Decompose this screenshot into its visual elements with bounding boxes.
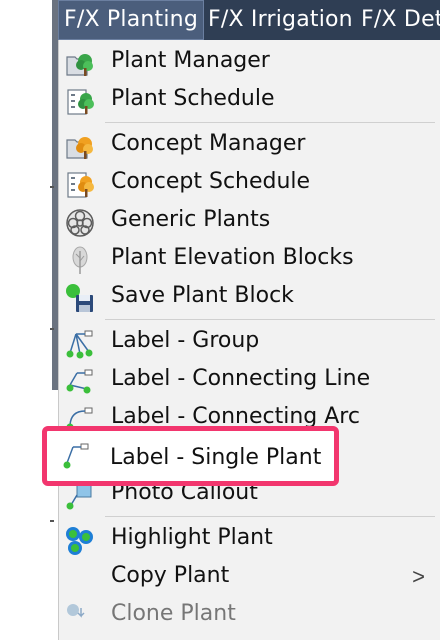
menu-item-save-plant-block[interactable]: Save Plant Block: [59, 280, 440, 318]
schedule-concept-tree-icon: [67, 172, 94, 198]
save-block-icon: [66, 284, 93, 312]
menu-item-label: Label - Group: [111, 328, 260, 353]
tab-fx-details[interactable]: F/X Det: [355, 0, 440, 40]
menu-item-concept-schedule[interactable]: Concept Schedule: [59, 166, 440, 204]
menu-item-label: Highlight Plant: [111, 525, 273, 550]
menu-item-label: Plant Schedule: [111, 86, 275, 111]
planting-dropdown-menu: Plant Manager Plant Schedule Concept Man…: [58, 40, 440, 640]
folder-concept-tree-icon: [66, 137, 93, 159]
label-single-icon: [63, 443, 89, 469]
highlighted-menu-item-label-single-plant[interactable]: Label - Single Plant: [42, 426, 339, 486]
tab-fx-irrigation[interactable]: F/X Irrigation: [202, 0, 359, 40]
submenu-chevron-icon: >: [412, 564, 425, 589]
drawing-area-edge: [0, 0, 58, 640]
menu-item-highlight-plant[interactable]: Highlight Plant: [59, 522, 440, 560]
menu-item-label: Concept Manager: [111, 131, 306, 156]
menu-item-concept-manager[interactable]: Concept Manager: [59, 128, 440, 166]
menu-item-label: Label - Single Plant: [110, 445, 322, 470]
ruler-tick: [50, 186, 54, 188]
menu-item-plant-manager[interactable]: Plant Manager: [59, 45, 440, 83]
clone-plant-icon: [67, 604, 85, 618]
menu-item-plant-elevation-blocks[interactable]: Plant Elevation Blocks: [59, 242, 440, 280]
menu-item-label: Copy Plant: [111, 563, 230, 588]
generic-plant-icon: [66, 209, 94, 237]
menu-item-plant-schedule[interactable]: Plant Schedule: [59, 83, 440, 121]
menu-bar: F/X Planting F/X Irrigation F/X Det: [58, 0, 440, 40]
menu-item-label-connecting-line[interactable]: Label - Connecting Line: [59, 363, 440, 401]
schedule-tree-icon: [67, 89, 94, 115]
label-line-icon: [66, 369, 93, 394]
elevation-tree-icon: [72, 246, 88, 274]
menu-item-label: Plant Manager: [111, 48, 270, 73]
menu-item-label: Label - Connecting Arc: [111, 404, 360, 427]
menu-item-clone-plant[interactable]: Clone Plant: [59, 598, 440, 636]
folder-tree-icon: [66, 54, 93, 76]
menu-separator: [105, 319, 435, 320]
tab-fx-planting[interactable]: F/X Planting: [58, 0, 204, 40]
menu-item-copy-plant[interactable]: Copy Plant >: [59, 560, 440, 598]
menu-item-label: Plant Elevation Blocks: [111, 245, 354, 270]
menu-item-label: Save Plant Block: [111, 283, 294, 308]
menu-item-generic-plants[interactable]: Generic Plants: [59, 204, 440, 242]
menu-item-label-group[interactable]: Label - Group: [59, 325, 440, 363]
label-group-icon: [66, 330, 93, 359]
menu-separator: [105, 516, 435, 517]
menu-item-label: Clone Plant: [111, 601, 236, 626]
menu-item-label: Label - Connecting Line: [111, 366, 371, 391]
menu-item-label: Generic Plants: [111, 207, 271, 232]
menu-item-label-connecting-arc[interactable]: Label - Connecting Arc: [59, 401, 440, 427]
label-arc-icon: [66, 407, 93, 427]
menu-item-label: Concept Schedule: [111, 169, 311, 194]
highlight-plant-icon: [66, 527, 93, 555]
menu-separator: [105, 122, 435, 123]
ruler-tick: [50, 520, 54, 522]
ruler-tick: [50, 328, 54, 330]
